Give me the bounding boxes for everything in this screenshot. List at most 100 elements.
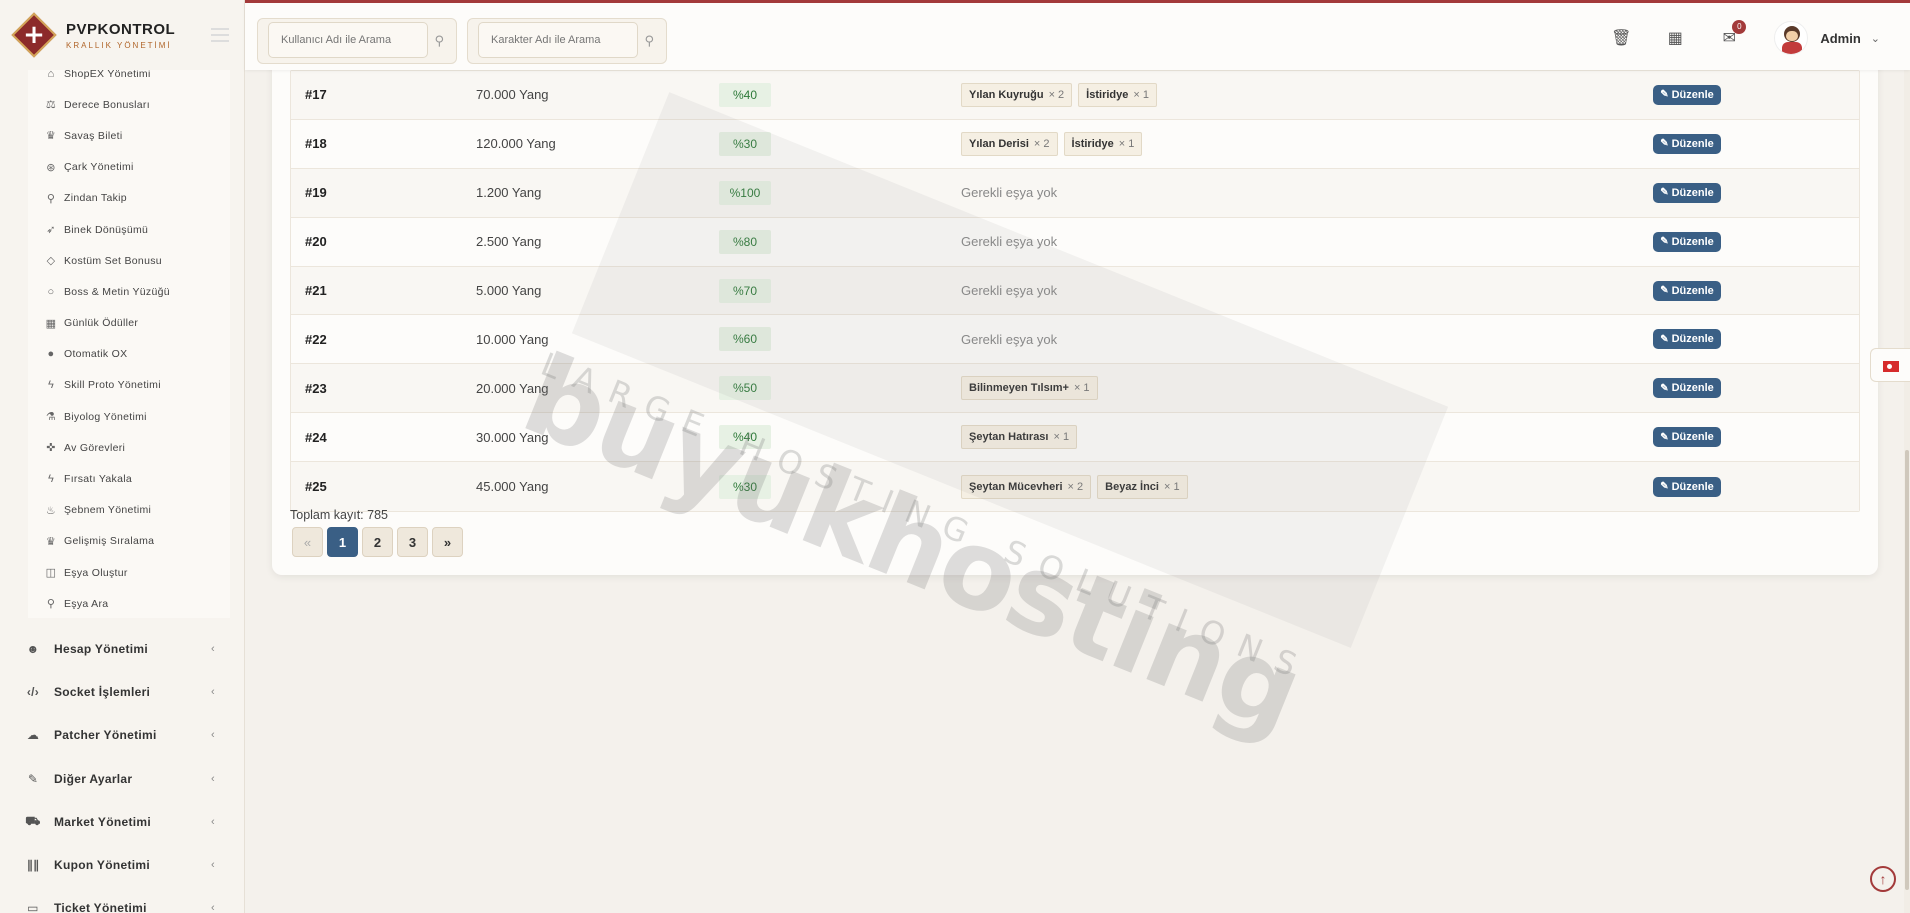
item-chip: İstiridye × 1	[1078, 82, 1157, 107]
next-page-button[interactable]: »	[432, 527, 463, 557]
submenu-item[interactable]: ϟ Skill Proto Yönetimi	[28, 370, 230, 401]
page-button[interactable]: 1	[327, 527, 358, 557]
row-rate-badge: %40	[719, 82, 771, 107]
char-search-input[interactable]	[478, 22, 638, 58]
total-records: Toplam kayıt: 785	[290, 508, 388, 522]
submenu-item[interactable]: ϟ Fırsatı Yakala	[28, 463, 230, 494]
language-switcher[interactable]	[1870, 348, 1910, 382]
item-qty: × 1	[1053, 431, 1070, 444]
row-price: 10.000 Yang	[476, 331, 549, 347]
search-icon: ⚲	[46, 598, 56, 611]
edit-button[interactable]: ✎ Düzenle	[1653, 280, 1721, 301]
item-name: Yılan Derisi	[969, 137, 1029, 150]
pencil-icon: ✎	[1660, 431, 1669, 443]
cube-icon: ◫	[45, 567, 57, 580]
user-search-box: ⚲	[257, 18, 457, 64]
menu-item[interactable]: ‹/› Socket İşlemleri ‹	[0, 670, 244, 713]
submenu-item-label: Binek Dönüşümü	[64, 223, 149, 236]
brand[interactable]: + PVPKONTROL KRALLIK YÖNETİMİ	[0, 0, 244, 70]
content-card: #17 70.000 Yang %40 Yılan Kuyruğu × 2 İstirid…	[272, 40, 1878, 575]
scrollbar[interactable]	[1904, 70, 1910, 913]
row-price: 120.000 Yang	[476, 136, 556, 152]
page-button[interactable]: 2	[362, 527, 393, 557]
submenu-item[interactable]: ▦ Günlük Ödüller	[28, 308, 230, 339]
row-id: #23	[305, 380, 327, 396]
row-id: #22	[305, 331, 327, 347]
row-price: 30.000 Yang	[476, 429, 549, 445]
edit-button[interactable]: ✎ Düzenle	[1653, 182, 1721, 203]
menu-item[interactable]: ☻ Hesap Yönetimi ‹	[0, 627, 244, 670]
edit-button[interactable]: ✎ Düzenle	[1653, 133, 1721, 154]
row-price: 2.500 Yang	[476, 234, 542, 250]
item-qty: × 2	[1048, 88, 1065, 101]
user-search-input[interactable]	[268, 22, 428, 58]
submenu-item[interactable]: ♛ Gelişmiş Sıralama	[28, 526, 230, 557]
submenu-item[interactable]: ○ Boss & Metin Yüzüğü	[28, 276, 230, 307]
menu-item[interactable]: ✎ Diğer Ayarlar ‹	[0, 757, 244, 800]
submenu-item[interactable]: ⚗ Biyolog Yönetimi	[28, 401, 230, 432]
item-qty: × 1	[1163, 480, 1180, 493]
ring-icon: ○	[47, 285, 55, 298]
edit-button[interactable]: ✎ Düzenle	[1653, 329, 1721, 350]
chevron-down-icon[interactable]: ⌄	[1871, 32, 1880, 45]
required-items: Yılan Kuyruğu × 2 İstiridye × 1	[961, 82, 1163, 107]
menu-item[interactable]: ▭ Ticket Yönetimi ‹	[0, 887, 244, 913]
submenu-item-label: Skill Proto Yönetimi	[64, 379, 161, 392]
pagination: «1 2 3»	[292, 527, 467, 557]
pencil-icon: ✎	[1660, 481, 1669, 493]
scrollbar-thumb[interactable]	[1905, 450, 1909, 890]
row-rate-badge: %30	[719, 474, 771, 499]
submenu-item[interactable]: ➶ Binek Dönüşümü	[28, 214, 230, 245]
data-table: #17 70.000 Yang %40 Yılan Kuyruğu × 2 İstirid…	[290, 70, 1860, 513]
edit-button-label: Düzenle	[1671, 186, 1714, 199]
hamburger-icon[interactable]	[211, 28, 229, 42]
prev-page-button[interactable]: «	[292, 527, 323, 557]
edit-button[interactable]: ✎ Düzenle	[1653, 231, 1721, 252]
table-row: #18 120.000 Yang %30 Yılan Derisi × 2 İstirid…	[291, 120, 1859, 169]
submenu-item[interactable]: ⚖ Derece Bonusları	[28, 89, 230, 120]
required-items: Şeytan Mücevheri × 2 Beyaz İnci × 1	[961, 474, 1194, 499]
avatar[interactable]	[1774, 21, 1809, 55]
scroll-to-top-button[interactable]: ↑	[1870, 866, 1896, 892]
submenu-item[interactable]: ⊛ Çark Yönetimi	[28, 152, 230, 183]
submenu-item[interactable]: ◫ Eşya Oluştur	[28, 557, 230, 588]
edit-button-label: Düzenle	[1671, 235, 1714, 248]
required-items: Gerekli eşya yok	[961, 332, 1057, 347]
search-icon[interactable]: ⚲	[644, 33, 654, 49]
mail-icon[interactable]: ✉ 0	[1716, 20, 1747, 48]
submenu-item[interactable]: ♛ Savaş Bileti	[28, 120, 230, 151]
submenu-item[interactable]: ⚲ Zindan Takip	[28, 183, 230, 214]
submenu-item[interactable]: ♨ Şebnem Yönetimi	[28, 495, 230, 526]
row-id: #25	[305, 479, 327, 495]
submenu: ⌂ ShopEX Yönetimi ⚖ Derece Bonusları ♛ Savaş …	[28, 58, 230, 618]
submenu-item[interactable]: ⚲ Eşya Ara	[28, 588, 230, 619]
row-id: #18	[305, 136, 327, 152]
item-name: Şeytan Mücevheri	[969, 480, 1063, 493]
gem-icon: ◇	[46, 255, 56, 268]
edit-button[interactable]: ✎ Düzenle	[1653, 378, 1721, 399]
admin-name[interactable]: Admin	[1820, 31, 1860, 46]
item-name: Beyaz İnci	[1105, 480, 1159, 493]
trash-icon[interactable]: 🗑	[1608, 28, 1634, 48]
item-name: Şeytan Hatırası	[969, 431, 1049, 444]
search-icon[interactable]: ⚲	[434, 33, 444, 49]
submenu-item[interactable]: ● Otomatik OX	[28, 339, 230, 370]
submenu-item[interactable]: ◇ Kostüm Set Bonusu	[28, 245, 230, 276]
calendar-icon[interactable]: ▦	[1662, 28, 1688, 48]
required-items: Yılan Derisi × 2 İstiridye × 1	[961, 131, 1148, 156]
brand-title: PVPKONTROL	[66, 20, 176, 38]
required-items: Gerekli eşya yok	[961, 185, 1057, 200]
scale-icon: ⚖	[45, 99, 57, 112]
edit-button[interactable]: ✎ Düzenle	[1653, 427, 1721, 448]
no-items-text: Gerekli eşya yok	[961, 185, 1058, 201]
row-rate-badge: %80	[719, 229, 771, 254]
page-button[interactable]: 3	[397, 527, 428, 557]
menu-item[interactable]: ⛟ Market Yönetimi ‹	[0, 800, 244, 843]
edit-button[interactable]: ✎ Düzenle	[1653, 476, 1721, 497]
menu-item[interactable]: ∥∥ Kupon Yönetimi ‹	[0, 843, 244, 886]
edit-button[interactable]: ✎ Düzenle	[1653, 84, 1721, 105]
item-chip: Yılan Derisi × 2	[961, 131, 1058, 156]
submenu-item-label: Derece Bonusları	[64, 98, 150, 111]
menu-item[interactable]: ☁ Patcher Yönetimi ‹	[0, 714, 244, 757]
submenu-item[interactable]: ✜ Av Görevleri	[28, 432, 230, 463]
